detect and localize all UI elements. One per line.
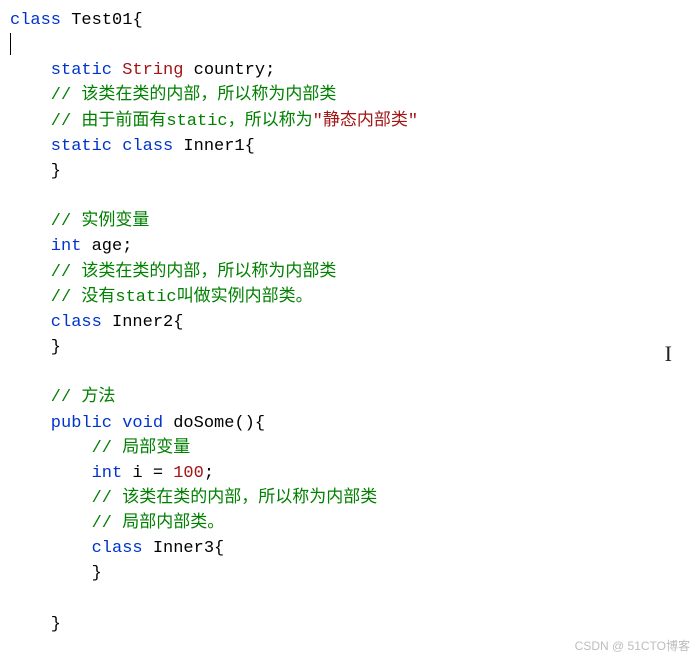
brace-open: {	[214, 539, 224, 558]
var-country: country	[194, 61, 265, 80]
brace-close: }	[51, 615, 61, 634]
keyword-static: static	[51, 61, 112, 80]
brace-open: {	[132, 11, 142, 30]
semicolon: ;	[204, 464, 214, 483]
comment-inner1a: // 该类在类的内部，所以称为内部类	[51, 86, 337, 105]
keyword-static-class: static class	[51, 137, 173, 156]
method-name: doSome	[173, 414, 234, 433]
comment-inner2a: // 该类在类的内部，所以称为内部类	[51, 263, 337, 282]
quoted-text: "静态内部类"	[313, 112, 418, 131]
keyword-public: public	[51, 414, 112, 433]
brace-close: }	[92, 564, 102, 583]
comment-method: // 方法	[51, 388, 116, 407]
brace-open: {	[173, 313, 183, 332]
class-name: Test01	[71, 11, 132, 30]
comment-local-var: // 局部变量	[92, 439, 191, 458]
inner2-name: Inner2	[112, 313, 173, 332]
equals: =	[153, 464, 163, 483]
comment-instance-var: // 实例变量	[51, 212, 150, 231]
brace-close: }	[51, 162, 61, 181]
keyword-int: int	[92, 464, 123, 483]
ibeam-cursor-icon: I	[665, 338, 672, 371]
var-i: i	[132, 464, 142, 483]
type-string: String	[122, 61, 183, 80]
semicolon: ;	[122, 237, 132, 256]
comment-inner3a: // 该类在类的内部，所以称为内部类	[92, 489, 378, 508]
brace-open: {	[245, 137, 255, 156]
keyword-class: class	[51, 313, 102, 332]
semicolon: ;	[265, 61, 275, 80]
comment-inner3b: // 局部内部类。	[92, 514, 225, 533]
literal-100: 100	[173, 464, 204, 483]
keyword-class: class	[10, 11, 61, 30]
keyword-void: void	[122, 414, 163, 433]
brace-close: }	[51, 338, 61, 357]
brace-open: {	[255, 414, 265, 433]
text-cursor	[10, 33, 11, 55]
inner1-name: Inner1	[183, 137, 244, 156]
keyword-int: int	[51, 237, 82, 256]
var-age: age	[92, 237, 123, 256]
code-block: class Test01{ static String country; // …	[10, 8, 690, 637]
comment-inner1b: // 由于前面有static，所以称为	[51, 112, 313, 131]
inner3-name: Inner3	[153, 539, 214, 558]
watermark-text: CSDN @ 51CTO博客	[575, 638, 690, 656]
keyword-class: class	[92, 539, 143, 558]
parentheses: ()	[234, 414, 254, 433]
comment-inner2b: // 没有static叫做实例内部类。	[51, 288, 313, 307]
